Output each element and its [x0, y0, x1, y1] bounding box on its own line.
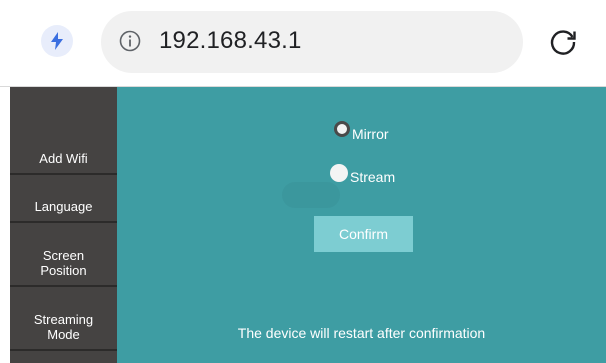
sidebar-item-label-line2: Position	[40, 263, 87, 278]
sidebar-item-label: Add Wifi	[39, 151, 88, 166]
main-content: Mirror Stream Confirm The device will re…	[117, 87, 606, 363]
sidebar-item-label: Language	[34, 199, 93, 214]
sidebar-item-language[interactable]: Language	[10, 175, 117, 223]
sidebar-item-add-wifi[interactable]: Add Wifi	[10, 87, 117, 175]
url-text[interactable]: 192.168.43.1	[159, 27, 302, 55]
restart-notice: The device will restart after confirmati…	[237, 325, 486, 341]
reload-button[interactable]	[546, 25, 580, 59]
site-action-button[interactable]	[41, 25, 73, 57]
stream-label: Stream	[350, 169, 396, 185]
stream-option[interactable]: Stream	[330, 164, 395, 185]
lightning-icon	[51, 32, 63, 50]
stream-radio[interactable]	[330, 164, 348, 182]
sidebar-item-streaming-mode[interactable]: Streaming Mode	[10, 287, 117, 351]
sidebar-item-label-line1: Screen	[42, 248, 85, 263]
confirm-button[interactable]: Confirm	[314, 216, 413, 252]
info-icon[interactable]	[119, 30, 141, 52]
reload-icon	[550, 30, 576, 55]
faded-overlay	[282, 182, 340, 208]
browser-toolbar: 192.168.43.1	[0, 0, 606, 87]
address-bar[interactable]: 192.168.43.1	[101, 11, 523, 73]
mirror-option[interactable]: Mirror	[334, 121, 389, 142]
sidebar-item-label-line1: Streaming	[33, 312, 94, 327]
sidebar-nav: Add Wifi Language Screen Position Stream…	[10, 87, 117, 363]
sidebar-item-label-line2: Mode	[47, 327, 80, 342]
mirror-label: Mirror	[352, 126, 389, 142]
sidebar-item-screen-position[interactable]: Screen Position	[10, 223, 117, 287]
mirror-radio[interactable]	[334, 121, 350, 137]
